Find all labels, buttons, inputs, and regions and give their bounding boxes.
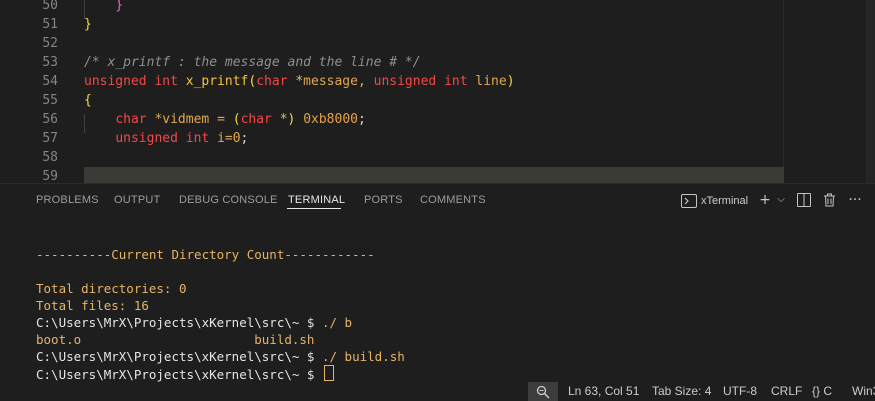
terminal-output-line: Total directories: 0 xyxy=(36,281,187,296)
code-text: char *vidmem = (char *) 0xb8000; xyxy=(84,110,366,129)
encoding[interactable]: UTF-8 xyxy=(723,382,757,401)
code-token: ; xyxy=(357,112,366,127)
line-number: 59 xyxy=(42,169,58,183)
line-number: 53 xyxy=(42,55,58,70)
chevron-down-icon[interactable]: ⌵ xyxy=(772,191,790,209)
code-text: unsigned int x_printf(char *message, uns… xyxy=(84,72,515,91)
prompt-symbol: $ xyxy=(299,367,322,382)
zoom-button[interactable] xyxy=(528,382,558,401)
editor-scrollbar[interactable] xyxy=(866,0,875,183)
terminal-selector[interactable]: xTerminal xyxy=(681,192,748,210)
line-number: 54 xyxy=(42,74,58,89)
code-token: line xyxy=(475,74,507,89)
terminal-icon xyxy=(681,194,697,208)
vscode-window: 50 } 51} 52 53/* x_printf : the message and… xyxy=(0,0,875,401)
code-token: char xyxy=(256,74,296,89)
code-token: char xyxy=(115,112,155,127)
code-line[interactable]: 51} xyxy=(0,15,800,34)
tab-terminal[interactable]: TERMINAL xyxy=(288,194,345,206)
line-number: 52 xyxy=(42,36,58,51)
code-token: *vidmem = xyxy=(154,112,233,127)
line-number: 58 xyxy=(42,150,58,165)
tab-ports[interactable]: PORTS xyxy=(364,194,403,206)
line-number: 50 xyxy=(42,0,58,13)
code-line[interactable]: 57 unsigned int i=0; xyxy=(0,129,800,148)
code-line[interactable]: 53 /* x_printf : the message and the line… xyxy=(0,53,800,72)
terminal-prompt-line: C:\Users\MrX\Projects\xKernel\src\~ $ ./… xyxy=(36,314,352,331)
code-text: } xyxy=(84,15,92,34)
more-icon[interactable]: ··· xyxy=(846,191,864,209)
terminal-prompt-line: C:\Users\MrX\Projects\xKernel\src\~ $ xyxy=(36,365,334,383)
terminal-output-line: boot.o build.sh xyxy=(36,332,315,347)
prompt-path: C:\Users\MrX\Projects\xKernel\src\~ xyxy=(36,315,300,330)
terminal-name: xTerminal xyxy=(701,195,749,207)
code-token: { xyxy=(84,93,92,108)
terminal-cursor xyxy=(323,365,334,381)
code-line[interactable]: 52 xyxy=(0,34,800,53)
code-token: unsigned int xyxy=(115,131,218,146)
code-token: char xyxy=(240,112,280,127)
current-line-highlight xyxy=(84,167,784,183)
code-token: message, xyxy=(303,74,374,89)
platform[interactable]: Win32 xyxy=(852,382,875,401)
code-token: i=0 xyxy=(217,131,241,146)
code-line[interactable]: 55 { xyxy=(0,91,800,110)
code-token: ; xyxy=(240,131,249,146)
terminal-prompt-line: C:\Users\MrX\Projects\xKernel\src\~ $ ./… xyxy=(36,348,405,365)
line-number: 55 xyxy=(42,93,58,108)
code-text: /* x_printf : the message and the line #… xyxy=(84,53,421,72)
code-token: x_printf xyxy=(185,74,249,89)
prompt-command: ./ build.sh xyxy=(321,349,405,364)
end-of-line[interactable]: CRLF xyxy=(771,382,802,401)
code-token: /* x_printf : the message and the line #… xyxy=(84,55,421,70)
line-number: 56 xyxy=(42,112,58,127)
code-text: { xyxy=(84,91,92,110)
language-mode[interactable]: {} C xyxy=(812,382,832,401)
code-line[interactable]: 56 char *vidmem = (char *) 0xb8000; xyxy=(0,110,800,129)
code-token: } xyxy=(84,17,92,32)
line-number: 51 xyxy=(42,17,58,32)
trash-icon[interactable] xyxy=(820,191,838,209)
code-text: } xyxy=(84,0,123,15)
terminal-output-line: Total files: 16 xyxy=(36,298,149,313)
tab-debug-console[interactable]: DEBUG CONSOLE xyxy=(179,194,278,206)
code-line[interactable]: 50 } xyxy=(0,0,800,15)
tab-comments[interactable]: COMMENTS xyxy=(420,194,486,206)
tab-size[interactable]: Tab Size: 4 xyxy=(652,382,711,401)
prompt-path: C:\Users\MrX\Projects\xKernel\src\~ xyxy=(36,349,300,364)
terminal-output-line: ----------Current Directory Count-------… xyxy=(36,247,375,262)
status-bar: Ln 63, Col 51 Tab Size: 4 UTF-8 CRLF {} … xyxy=(0,382,875,401)
tab-output[interactable]: OUTPUT xyxy=(114,194,160,206)
code-token: * xyxy=(295,74,304,89)
prompt-symbol: $ xyxy=(299,315,322,330)
code-token: 0xb8000 xyxy=(303,112,358,127)
code-token: ( xyxy=(232,112,241,127)
tab-problems[interactable]: PROBLEMS xyxy=(36,194,99,206)
code-token: unsigned int xyxy=(373,74,476,89)
code-token: * xyxy=(279,112,288,127)
code-line[interactable]: 54 unsigned int x_printf(char *message, u… xyxy=(0,72,800,91)
cursor-position[interactable]: Ln 63, Col 51 xyxy=(568,382,639,401)
zoom-icon xyxy=(536,385,550,399)
line-number: 57 xyxy=(42,131,58,146)
code-token: unsigned int xyxy=(84,74,186,89)
code-text: unsigned int i=0; xyxy=(84,129,248,148)
code-token: ) xyxy=(287,112,304,127)
prompt-command: ./ b xyxy=(321,315,353,330)
code-line[interactable]: 58 xyxy=(0,148,800,167)
prompt-path: C:\Users\MrX\Projects\xKernel\src\~ xyxy=(36,367,300,382)
prompt-symbol: $ xyxy=(299,349,322,364)
terminal-output[interactable]: ----------Current Directory Count-------… xyxy=(0,218,875,382)
code-editor[interactable]: 50 } 51} 52 53/* x_printf : the message and… xyxy=(0,0,875,183)
active-tab-indicator xyxy=(287,208,341,209)
code-token: } xyxy=(84,0,124,13)
code-token: ) xyxy=(506,74,515,89)
split-icon[interactable] xyxy=(795,191,813,209)
